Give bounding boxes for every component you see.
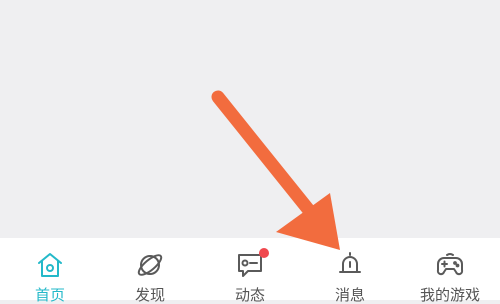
chat-icon xyxy=(235,248,269,280)
content-area xyxy=(0,0,500,238)
planet-icon xyxy=(135,250,165,280)
tab-discover[interactable]: 发现 xyxy=(100,238,200,304)
notification-badge-dot xyxy=(259,248,269,258)
tab-my-games-label: 我的游戏 xyxy=(419,286,480,304)
tab-home-label: 首页 xyxy=(34,286,65,304)
tab-messages-label: 消息 xyxy=(334,286,365,304)
home-icon xyxy=(35,250,65,280)
tab-my-games[interactable]: 我的游戏 xyxy=(400,238,500,304)
tab-discover-label: 发现 xyxy=(134,286,165,304)
bell-icon xyxy=(335,250,365,280)
gamepad-icon xyxy=(435,250,465,280)
tab-messages[interactable]: 消息 xyxy=(300,238,400,304)
tab-feed-label: 动态 xyxy=(234,286,265,304)
bottom-tab-bar: 首页 发现 动态 消息 我的游戏 xyxy=(0,238,500,304)
tab-feed[interactable]: 动态 xyxy=(200,238,300,304)
tab-home[interactable]: 首页 xyxy=(0,238,100,304)
